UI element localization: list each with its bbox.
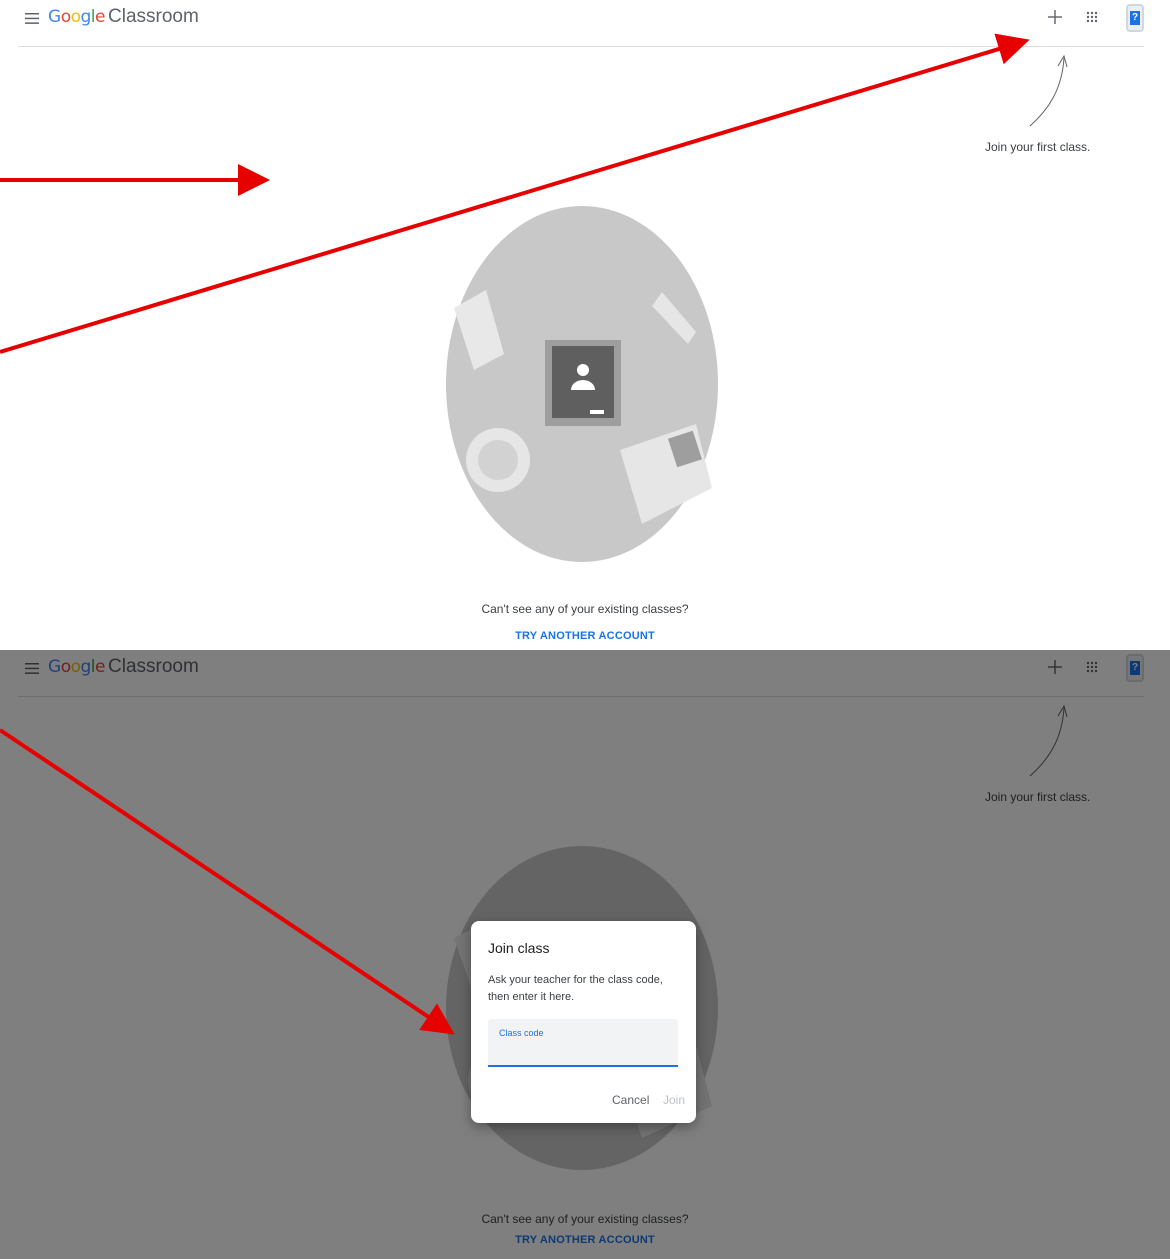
classroom-join-dialog-screen: GoogleClassroom ? Join your first class.… [0, 650, 1170, 1259]
google-wordmark: Google [48, 7, 105, 27]
empty-state-illustration [446, 206, 718, 562]
brand-letter: G [48, 7, 61, 27]
product-name: Classroom [108, 6, 199, 27]
cancel-button[interactable]: Cancel [612, 1093, 649, 1107]
dialog-title: Join class [488, 940, 550, 956]
brand-letter: o [60, 7, 71, 27]
grid-apps-icon[interactable] [1080, 5, 1104, 29]
hamburger-icon[interactable] [20, 8, 44, 28]
account-avatar-icon[interactable]: ? [1126, 4, 1144, 32]
top-app-bar: GoogleClassroom ? [18, 0, 1144, 47]
brand-letter: o [70, 7, 81, 27]
brand-letter: g [80, 7, 92, 27]
brand-letter: e [95, 7, 105, 27]
try-another-account-link[interactable]: TRY ANOTHER ACCOUNT [0, 630, 1170, 642]
app-logo[interactable]: GoogleClassroom [48, 5, 199, 29]
join-button[interactable]: Join [663, 1093, 685, 1107]
join-first-class-hint: Join your first class. [985, 140, 1091, 154]
no-classes-message: Can't see any of your existing classes? [481, 602, 689, 616]
class-code-label: Class code [499, 1028, 544, 1038]
dialog-description: Ask your teacher for the class code, the… [488, 974, 663, 1003]
class-code-input[interactable] [499, 1043, 669, 1061]
hint-curved-arrow-icon [1029, 54, 1068, 127]
class-code-field[interactable]: Class code [488, 1019, 678, 1067]
plus-icon[interactable] [1042, 4, 1068, 30]
join-class-dialog: Join class Ask your teacher for the clas… [471, 921, 696, 1123]
avatar-glyph: ? [1130, 11, 1140, 25]
classroom-home-screen: Google Classroom ? Join your first class.… [0, 0, 1170, 650]
